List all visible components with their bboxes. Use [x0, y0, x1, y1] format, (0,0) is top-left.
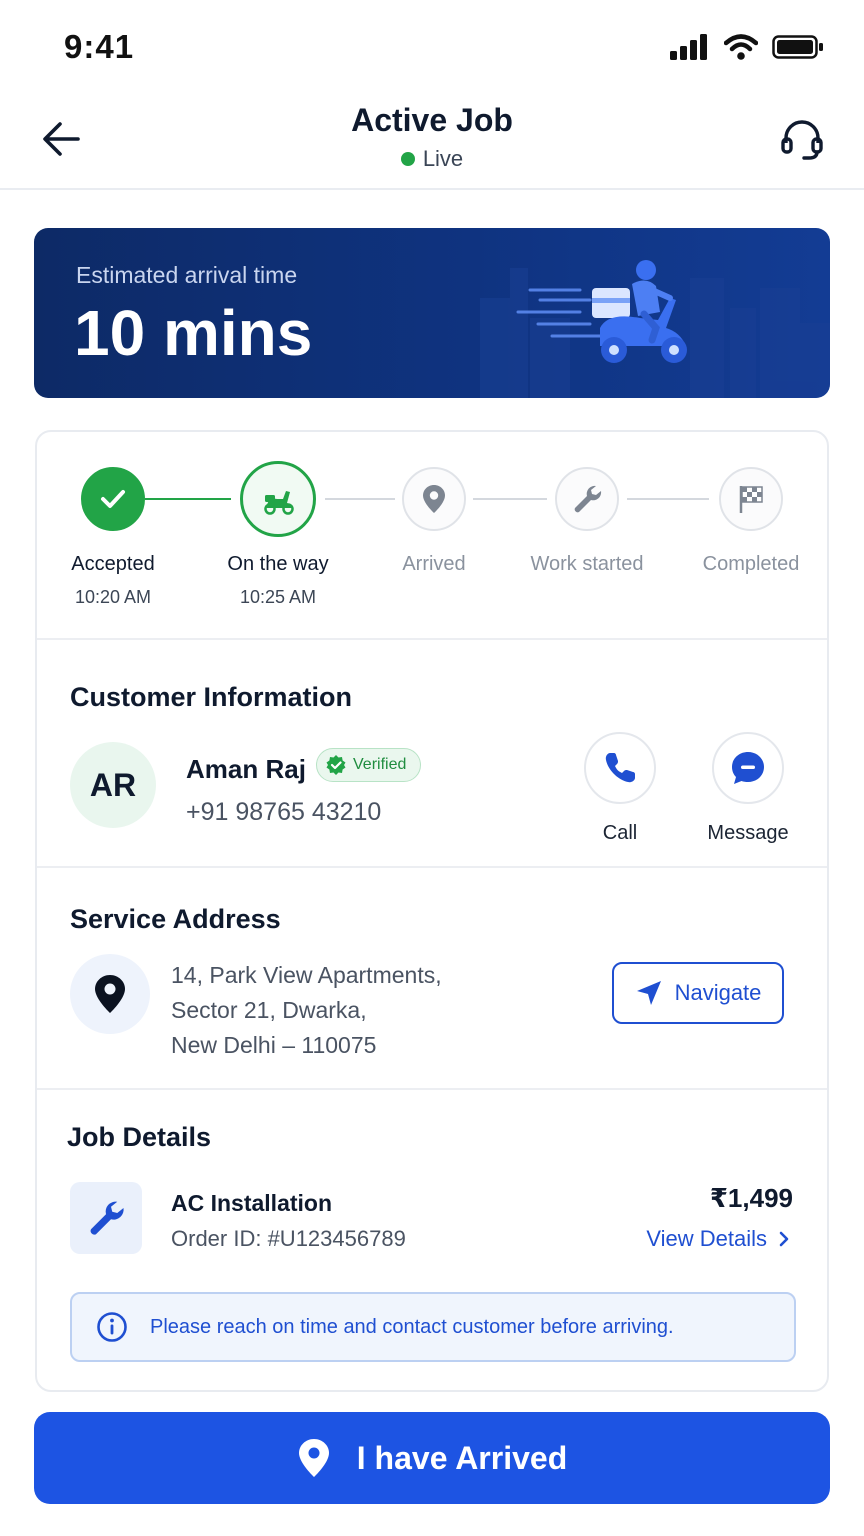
location-pin-icon — [298, 1439, 329, 1477]
status-time: 9:41 — [64, 28, 135, 65]
phone-icon — [605, 753, 635, 783]
step-time: 10:20 AM — [74, 587, 152, 607]
customer-phone: +91 98765 43210 — [186, 798, 382, 826]
job-service-icon — [70, 1182, 142, 1254]
call-label: Call — [602, 822, 638, 844]
step-connector — [325, 498, 395, 500]
message-label: Message — [707, 822, 789, 844]
chevron-right-icon — [779, 1231, 789, 1247]
navigate-button[interactable]: Navigate — [612, 962, 784, 1024]
job-order-id: Order ID: #U123456789 — [171, 1226, 406, 1251]
step-connector — [473, 498, 547, 500]
battery-icon — [772, 35, 823, 59]
step-connector — [627, 498, 709, 500]
step-connector — [145, 498, 231, 500]
address-section: Service Address 14, Park View Apartments… — [37, 868, 827, 1090]
step-time: 10:25 AM — [239, 587, 317, 607]
verified-badge: Verified — [316, 748, 422, 782]
checkmark-icon — [101, 490, 125, 508]
wrench-icon — [574, 485, 602, 513]
info-icon — [97, 1312, 127, 1342]
job-service-name: AC Installation — [171, 1190, 333, 1216]
address-line-3: New Delhi – 110075 — [171, 1032, 377, 1058]
arrived-button-label: I have Arrived — [356, 1439, 568, 1476]
info-note: Please reach on time and contact custome… — [70, 1292, 796, 1362]
step-label: Completed — [702, 553, 800, 575]
view-details-link[interactable]: View Details — [646, 1226, 791, 1252]
job-details-section: Job Details AC Installation Order ID: #U… — [37, 1090, 827, 1390]
checkered-flag-icon — [739, 486, 763, 513]
headset-icon — [781, 120, 823, 160]
message-button[interactable]: Message — [688, 732, 808, 845]
status-bar: 9:41 — [0, 0, 864, 90]
address-pin — [70, 954, 150, 1034]
step-label: Accepted — [71, 553, 155, 575]
wrench-icon — [90, 1201, 124, 1235]
navigation-arrow-icon — [636, 981, 661, 1005]
eta-banner: Estimated arrival time 10 mins — [34, 228, 830, 398]
live-status: Live — [0, 146, 864, 172]
progress-stepper: Accepted 10:20 AM On the way 10:25 AM Ar… — [37, 432, 827, 640]
message-bubble-icon — [732, 752, 764, 784]
verified-check-icon — [326, 755, 346, 775]
header-bar: Active Job Live — [0, 90, 864, 190]
location-pin-icon — [95, 975, 125, 1013]
location-pin-icon — [423, 485, 445, 513]
address-line-1: 14, Park View Apartments, — [171, 962, 442, 988]
step-label: Arrived — [402, 553, 466, 575]
cellular-signal-icon — [670, 34, 707, 60]
navigate-label: Navigate — [674, 980, 762, 1005]
support-button[interactable] — [778, 116, 826, 164]
delivery-scooter-illustration-icon — [480, 260, 830, 398]
address-section-title: Service Address — [70, 904, 281, 934]
eta-label: Estimated arrival time — [76, 262, 298, 288]
job-section-title: Job Details — [67, 1122, 212, 1152]
customer-name: Aman Raj — [186, 754, 306, 784]
scooter-icon — [264, 491, 294, 515]
live-status-label: Live — [422, 146, 464, 171]
customer-section: Customer Information AR Aman Raj Verifie… — [37, 640, 827, 868]
page-title: Active Job — [351, 102, 513, 138]
wifi-icon — [724, 34, 758, 60]
job-price: ₹1,499 — [709, 1183, 793, 1213]
eta-value: 10 mins — [74, 297, 313, 369]
customer-section-title: Customer Information — [70, 682, 353, 712]
step-label: Work started — [530, 553, 644, 575]
info-note-text: Please reach on time and contact custome… — [150, 1315, 674, 1338]
job-card: Accepted 10:20 AM On the way 10:25 AM Ar… — [35, 430, 829, 1392]
avatar: AR — [70, 742, 156, 828]
arrived-button[interactable]: I have Arrived — [34, 1412, 830, 1504]
step-label: On the way — [227, 553, 329, 575]
view-details-label: View Details — [646, 1226, 767, 1251]
status-icons — [670, 34, 824, 60]
address-line-2: Sector 21, Dwarka, — [171, 997, 367, 1023]
verified-label: Verified — [353, 756, 407, 773]
call-button[interactable]: Call — [560, 732, 680, 845]
live-dot-icon — [400, 152, 415, 166]
